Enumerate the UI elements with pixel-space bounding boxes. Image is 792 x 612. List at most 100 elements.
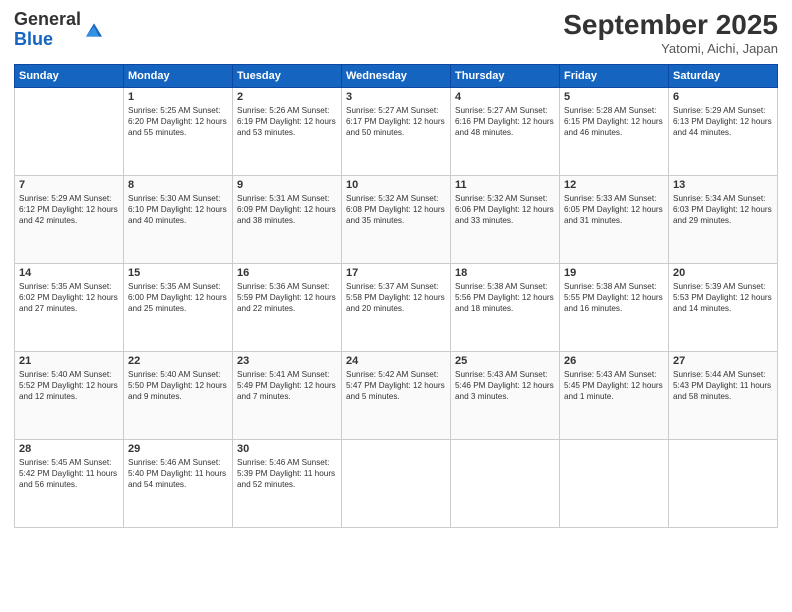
table-row (669, 439, 778, 527)
day-number: 18 (455, 267, 555, 279)
day-info: Sunrise: 5:35 AM Sunset: 6:02 PM Dayligh… (19, 281, 119, 314)
day-info: Sunrise: 5:38 AM Sunset: 5:55 PM Dayligh… (564, 281, 664, 314)
table-row: 11 Sunrise: 5:32 AM Sunset: 6:06 PM Dayli… (451, 175, 560, 263)
day-number: 29 (128, 443, 228, 455)
title-block: September 2025 Yatomi, Aichi, Japan (563, 10, 778, 56)
calendar-week-row: 21 Sunrise: 5:40 AM Sunset: 5:52 PM Dayli… (15, 351, 778, 439)
day-info: Sunrise: 5:41 AM Sunset: 5:49 PM Dayligh… (237, 369, 337, 402)
day-info: Sunrise: 5:27 AM Sunset: 6:16 PM Dayligh… (455, 105, 555, 138)
day-number: 6 (673, 91, 773, 103)
table-row: 2 Sunrise: 5:26 AM Sunset: 6:19 PM Daylig… (233, 87, 342, 175)
day-number: 9 (237, 179, 337, 191)
day-info: Sunrise: 5:44 AM Sunset: 5:43 PM Dayligh… (673, 369, 773, 402)
table-row: 4 Sunrise: 5:27 AM Sunset: 6:16 PM Daylig… (451, 87, 560, 175)
day-number: 14 (19, 267, 119, 279)
day-info: Sunrise: 5:35 AM Sunset: 6:00 PM Dayligh… (128, 281, 228, 314)
day-info: Sunrise: 5:31 AM Sunset: 6:09 PM Dayligh… (237, 193, 337, 226)
day-number: 1 (128, 91, 228, 103)
day-number: 13 (673, 179, 773, 191)
day-info: Sunrise: 5:39 AM Sunset: 5:53 PM Dayligh… (673, 281, 773, 314)
table-row: 10 Sunrise: 5:32 AM Sunset: 6:08 PM Dayli… (342, 175, 451, 263)
day-info: Sunrise: 5:29 AM Sunset: 6:12 PM Dayligh… (19, 193, 119, 226)
day-number: 10 (346, 179, 446, 191)
table-row: 30 Sunrise: 5:46 AM Sunset: 5:39 PM Dayli… (233, 439, 342, 527)
day-info: Sunrise: 5:36 AM Sunset: 5:59 PM Dayligh… (237, 281, 337, 314)
day-info: Sunrise: 5:43 AM Sunset: 5:46 PM Dayligh… (455, 369, 555, 402)
location: Yatomi, Aichi, Japan (563, 41, 778, 56)
calendar-week-row: 28 Sunrise: 5:45 AM Sunset: 5:42 PM Dayli… (15, 439, 778, 527)
day-info: Sunrise: 5:38 AM Sunset: 5:56 PM Dayligh… (455, 281, 555, 314)
table-row: 5 Sunrise: 5:28 AM Sunset: 6:15 PM Daylig… (560, 87, 669, 175)
table-row (560, 439, 669, 527)
day-number: 19 (564, 267, 664, 279)
day-number: 5 (564, 91, 664, 103)
table-row: 16 Sunrise: 5:36 AM Sunset: 5:59 PM Dayli… (233, 263, 342, 351)
col-monday: Monday (124, 64, 233, 87)
calendar-week-row: 14 Sunrise: 5:35 AM Sunset: 6:02 PM Dayli… (15, 263, 778, 351)
day-number: 3 (346, 91, 446, 103)
day-info: Sunrise: 5:29 AM Sunset: 6:13 PM Dayligh… (673, 105, 773, 138)
day-info: Sunrise: 5:26 AM Sunset: 6:19 PM Dayligh… (237, 105, 337, 138)
table-row: 22 Sunrise: 5:40 AM Sunset: 5:50 PM Dayli… (124, 351, 233, 439)
day-info: Sunrise: 5:34 AM Sunset: 6:03 PM Dayligh… (673, 193, 773, 226)
day-info: Sunrise: 5:40 AM Sunset: 5:50 PM Dayligh… (128, 369, 228, 402)
page-header: General Blue September 2025 Yatomi, Aich… (14, 10, 778, 56)
calendar-week-row: 7 Sunrise: 5:29 AM Sunset: 6:12 PM Daylig… (15, 175, 778, 263)
day-info: Sunrise: 5:27 AM Sunset: 6:17 PM Dayligh… (346, 105, 446, 138)
day-number: 21 (19, 355, 119, 367)
day-number: 28 (19, 443, 119, 455)
table-row: 24Sunrise: 5:42 AM Sunset: 5:47 PM Dayli… (342, 351, 451, 439)
table-row: 29 Sunrise: 5:46 AM Sunset: 5:40 PM Dayli… (124, 439, 233, 527)
table-row: 25 Sunrise: 5:43 AM Sunset: 5:46 PM Dayli… (451, 351, 560, 439)
day-number: 30 (237, 443, 337, 455)
logo-blue-text: Blue (14, 29, 53, 49)
logo-general-text: General (14, 9, 81, 29)
month-title: September 2025 (563, 10, 778, 41)
table-row: 8Sunrise: 5:30 AM Sunset: 6:10 PM Daylig… (124, 175, 233, 263)
day-info: Sunrise: 5:33 AM Sunset: 6:05 PM Dayligh… (564, 193, 664, 226)
table-row: 12 Sunrise: 5:33 AM Sunset: 6:05 PM Dayli… (560, 175, 669, 263)
day-info: Sunrise: 5:45 AM Sunset: 5:42 PM Dayligh… (19, 457, 119, 490)
day-number: 24 (346, 355, 446, 367)
day-number: 17 (346, 267, 446, 279)
table-row: 14 Sunrise: 5:35 AM Sunset: 6:02 PM Dayli… (15, 263, 124, 351)
col-friday: Friday (560, 64, 669, 87)
day-info: Sunrise: 5:30 AM Sunset: 6:10 PM Dayligh… (128, 193, 228, 226)
day-number: 4 (455, 91, 555, 103)
day-info: Sunrise: 5:28 AM Sunset: 6:15 PM Dayligh… (564, 105, 664, 138)
day-info: Sunrise: 5:25 AM Sunset: 6:20 PM Dayligh… (128, 105, 228, 138)
table-row: 23Sunrise: 5:41 AM Sunset: 5:49 PM Dayli… (233, 351, 342, 439)
day-number: 7 (19, 179, 119, 191)
calendar-header-row: Sunday Monday Tuesday Wednesday Thursday… (15, 64, 778, 87)
table-row: 20Sunrise: 5:39 AM Sunset: 5:53 PM Dayli… (669, 263, 778, 351)
day-number: 2 (237, 91, 337, 103)
day-info: Sunrise: 5:40 AM Sunset: 5:52 PM Dayligh… (19, 369, 119, 402)
table-row: 7 Sunrise: 5:29 AM Sunset: 6:12 PM Daylig… (15, 175, 124, 263)
day-number: 27 (673, 355, 773, 367)
day-info: Sunrise: 5:32 AM Sunset: 6:06 PM Dayligh… (455, 193, 555, 226)
logo: General Blue (14, 10, 105, 50)
col-sunday: Sunday (15, 64, 124, 87)
table-row: 3 Sunrise: 5:27 AM Sunset: 6:17 PM Daylig… (342, 87, 451, 175)
calendar-table: Sunday Monday Tuesday Wednesday Thursday… (14, 64, 778, 528)
day-number: 11 (455, 179, 555, 191)
day-number: 15 (128, 267, 228, 279)
col-tuesday: Tuesday (233, 64, 342, 87)
day-info: Sunrise: 5:32 AM Sunset: 6:08 PM Dayligh… (346, 193, 446, 226)
table-row: 26 Sunrise: 5:43 AM Sunset: 5:45 PM Dayli… (560, 351, 669, 439)
day-number: 26 (564, 355, 664, 367)
col-saturday: Saturday (669, 64, 778, 87)
col-wednesday: Wednesday (342, 64, 451, 87)
day-number: 25 (455, 355, 555, 367)
day-number: 16 (237, 267, 337, 279)
day-info: Sunrise: 5:46 AM Sunset: 5:40 PM Dayligh… (128, 457, 228, 490)
table-row: 28 Sunrise: 5:45 AM Sunset: 5:42 PM Dayli… (15, 439, 124, 527)
calendar-week-row: 1 Sunrise: 5:25 AM Sunset: 6:20 PM Daylig… (15, 87, 778, 175)
day-info: Sunrise: 5:46 AM Sunset: 5:39 PM Dayligh… (237, 457, 337, 490)
day-number: 22 (128, 355, 228, 367)
day-info: Sunrise: 5:43 AM Sunset: 5:45 PM Dayligh… (564, 369, 664, 402)
table-row: 17Sunrise: 5:37 AM Sunset: 5:58 PM Dayli… (342, 263, 451, 351)
day-number: 12 (564, 179, 664, 191)
table-row: 18 Sunrise: 5:38 AM Sunset: 5:56 PM Dayli… (451, 263, 560, 351)
table-row: 19 Sunrise: 5:38 AM Sunset: 5:55 PM Dayli… (560, 263, 669, 351)
